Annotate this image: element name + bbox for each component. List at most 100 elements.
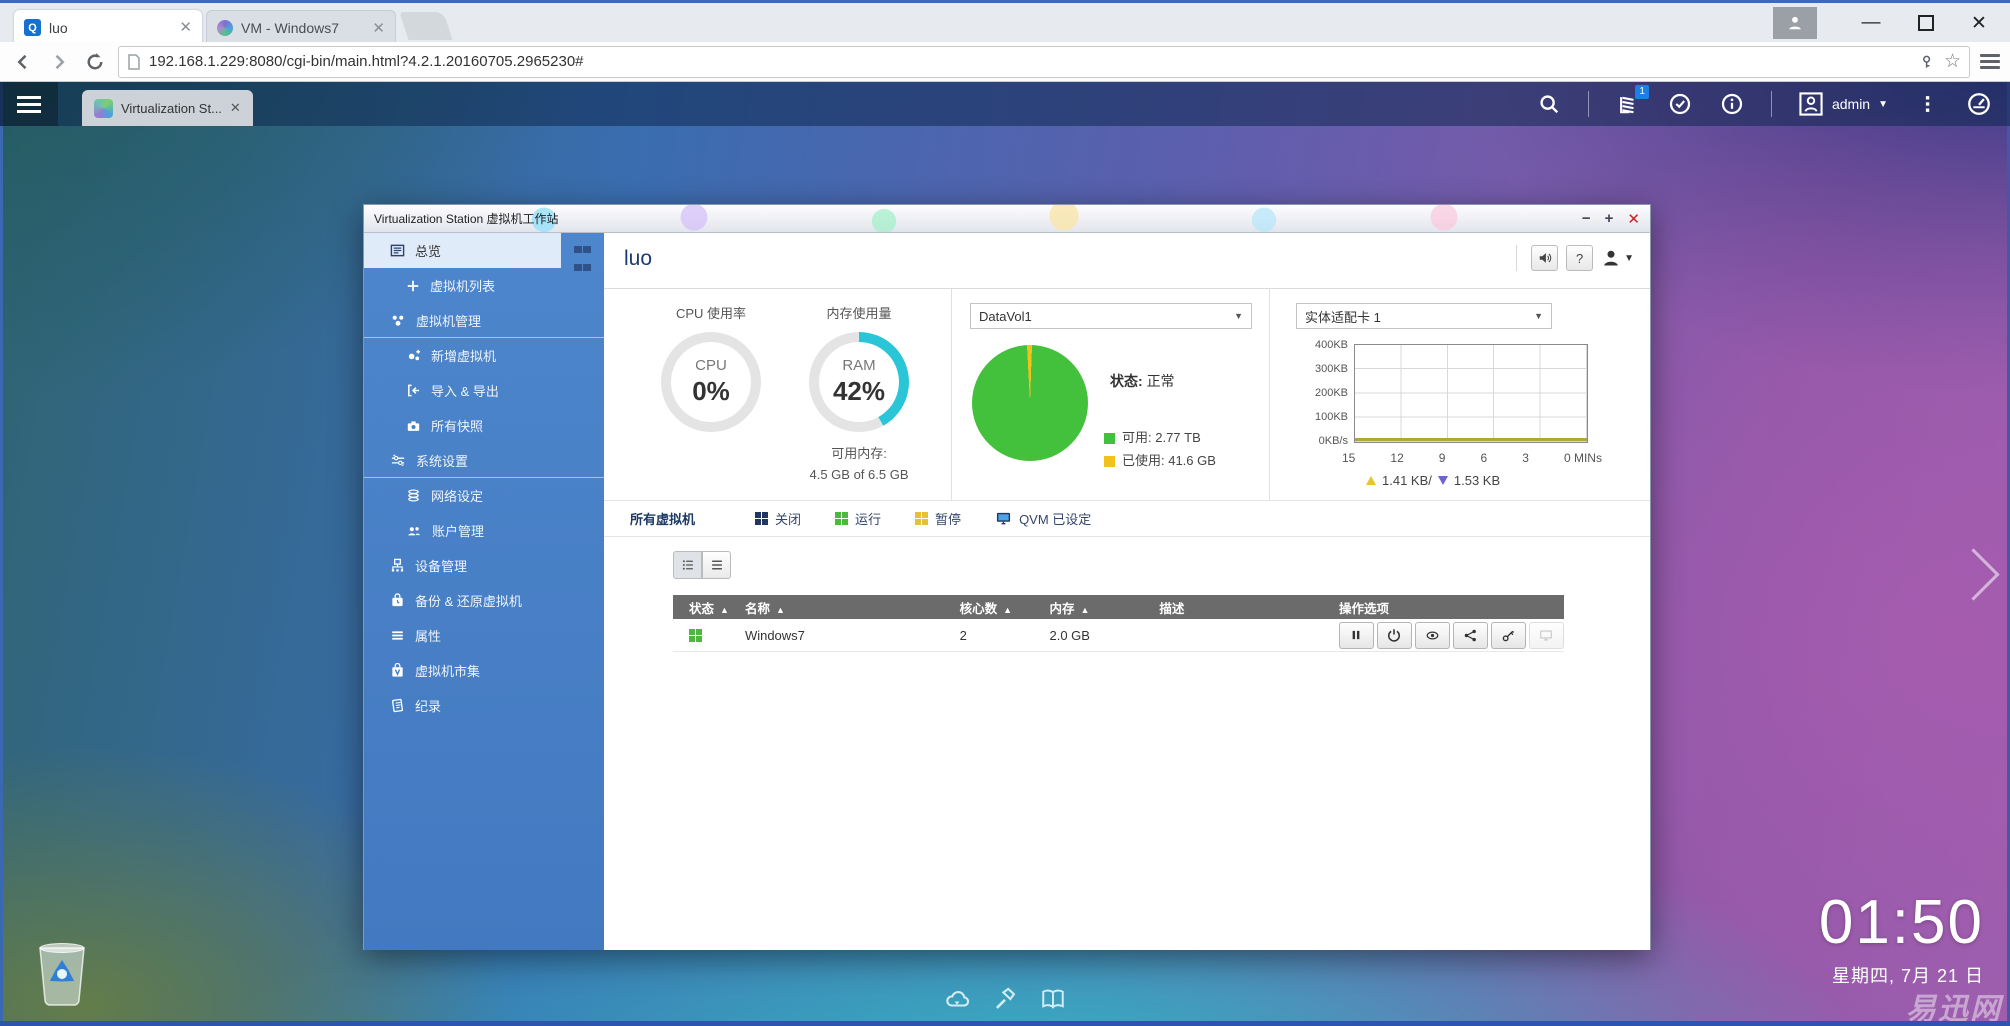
vm-name[interactable]: Windows7 — [728, 619, 944, 652]
address-bar[interactable]: 192.168.1.229:8080/cgi-bin/main.html?4.2… — [118, 45, 1970, 78]
sidebar-label: 虚拟机市集 — [415, 664, 481, 679]
network-panel: 实体适配卡 1 ▼ 400KB 300KB 200KB 100KB 0KB/s … — [1269, 289, 1650, 500]
list-simple-view-button[interactable] — [702, 551, 731, 579]
chrome-profile-avatar[interactable] — [1773, 7, 1817, 39]
filter-stopped[interactable]: 关闭 — [755, 509, 801, 528]
sidebar-item-device-management[interactable]: 设备管理 — [364, 548, 604, 583]
sort-asc-icon[interactable]: ▲ — [1003, 605, 1012, 615]
sidebar-item-overview[interactable]: 总览 — [364, 233, 561, 268]
vm-cores: 2 — [943, 619, 1034, 652]
sidebar-item-import-export[interactable]: 导入 & 导出 — [364, 373, 604, 408]
vm-user-menu[interactable]: ▼ — [1601, 248, 1634, 268]
forward-arrow-icon — [55, 54, 65, 69]
x-tick: 3 — [1522, 451, 1529, 465]
vm-table-row-windows7[interactable]: Windows7 2 2.0 GB — [673, 619, 1564, 652]
nas-name: luo — [624, 247, 653, 270]
gauge-icon — [1968, 93, 1990, 115]
filter-running[interactable]: 运行 — [835, 509, 881, 528]
sort-asc-icon[interactable]: ▲ — [1081, 605, 1090, 615]
settings-vm-button[interactable] — [1490, 621, 1526, 649]
app-tab-close-icon[interactable]: ✕ — [230, 100, 241, 116]
bottom-edge-strip — [0, 1021, 2010, 1026]
chrome-menu-button[interactable] — [1980, 51, 2000, 72]
sidebar-item-snapshots[interactable]: 所有快照 — [364, 408, 604, 443]
network-adapter-select[interactable]: 实体适配卡 1 ▼ — [1296, 303, 1552, 329]
hammer-icon[interactable] — [992, 986, 1018, 1012]
reload-button[interactable] — [82, 49, 108, 75]
list-detail-view-button[interactable] — [673, 551, 702, 579]
pause-vm-button[interactable] — [1338, 621, 1374, 649]
col-description[interactable]: 描述 — [1143, 595, 1323, 619]
x-tick: 9 — [1438, 451, 1446, 465]
col-memory[interactable]: 内存 ▲ — [1033, 595, 1144, 619]
filter-qvm[interactable]: QVM 已设定 — [995, 509, 1091, 528]
vs-minimize-button[interactable]: − — [1582, 210, 1591, 227]
sidebar-label: 属性 — [415, 629, 442, 644]
vs-maximize-button[interactable]: + — [1605, 210, 1614, 227]
main-menu-button[interactable] — [0, 82, 58, 126]
sidebar-item-vm-management[interactable]: 虚拟机管理 — [364, 303, 604, 338]
back-button[interactable] — [10, 49, 36, 75]
col-status[interactable]: 状态 ▲ — [673, 595, 729, 619]
ram-label: 内存使用量 — [826, 306, 892, 321]
audio-button[interactable] — [1531, 245, 1559, 271]
sidebar-item-network-settings[interactable]: 网络设定 — [364, 478, 604, 513]
browser-tab-vm[interactable]: VM - Windows7 ✕ — [206, 10, 396, 45]
content-header: luo ? ▼ — [604, 233, 1650, 289]
more-options-button[interactable] — [1914, 91, 1940, 117]
sidebar-item-backup-restore[interactable]: 备份 & 还原虚拟机 — [364, 583, 604, 618]
sidebar-item-properties[interactable]: 属性 — [364, 618, 604, 653]
tab-close-icon[interactable]: ✕ — [372, 21, 385, 36]
resource-monitor-button[interactable] — [1966, 91, 1992, 117]
network-y-axis: 400KB 300KB 200KB 100KB 0KB/s — [1296, 339, 1354, 447]
sidebar-item-vm-list[interactable]: 虚拟机列表 — [364, 268, 604, 303]
tab-close-icon[interactable]: ✕ — [179, 20, 192, 35]
filter-all-vms[interactable]: 所有虚拟机 — [630, 509, 695, 528]
col-name[interactable]: 名称 ▲ — [728, 595, 944, 619]
browser-tab-luo[interactable]: luo ✕ — [14, 10, 202, 45]
window-close-button[interactable]: ✕ — [1952, 7, 2006, 39]
new-tab-button[interactable] — [399, 12, 453, 40]
sidebar-item-system-settings[interactable]: 系统设置 — [364, 443, 604, 478]
user-menu[interactable]: admin ▼ — [1798, 91, 1888, 117]
console-view-button[interactable] — [1414, 621, 1450, 649]
search-button[interactable] — [1536, 91, 1562, 117]
col-cores[interactable]: 核心数 ▲ — [943, 595, 1034, 619]
help-button[interactable]: ? — [1566, 245, 1594, 271]
window-maximize-button[interactable] — [1900, 7, 1952, 39]
url-text[interactable]: 192.168.1.229:8080/cgi-bin/main.html?4.2… — [149, 53, 1913, 70]
cloud-sync-icon[interactable] — [944, 986, 970, 1012]
window-minimize-button[interactable]: — — [1845, 7, 1897, 39]
notifications-button[interactable]: 1 — [1615, 85, 1649, 117]
manual-book-icon[interactable] — [1040, 986, 1066, 1012]
sidebar-collapse-button[interactable] — [574, 241, 594, 271]
sidebar-item-vm-marketplace[interactable]: 虚拟机市集 — [364, 653, 604, 688]
power-vm-button[interactable] — [1376, 621, 1412, 649]
browser-tabstrip: luo ✕ VM - Windows7 ✕ — ✕ — [0, 0, 2010, 45]
info-button[interactable] — [1719, 91, 1745, 117]
divider — [1516, 245, 1518, 271]
sidebar-label: 所有快照 — [431, 419, 484, 434]
sidebar-item-account-management[interactable]: 账户管理 — [364, 513, 604, 548]
vs-window-titlebar[interactable]: Virtualization Station 虚拟机工作站 − + ✕ — [364, 205, 1650, 233]
volume-pie-chart — [972, 345, 1088, 461]
forward-button[interactable] — [46, 49, 72, 75]
vm-running-status-icon — [689, 628, 702, 642]
qvm-monitor-icon — [997, 512, 1011, 525]
sort-asc-icon[interactable]: ▲ — [776, 605, 785, 615]
dropdown-arrow-icon: ▼ — [1234, 311, 1243, 321]
next-desktop-chevron-icon[interactable] — [1947, 548, 2000, 601]
sidebar-item-create-vm[interactable]: 新增虚拟机 — [364, 338, 604, 373]
sort-asc-icon[interactable]: ▲ — [720, 605, 729, 615]
background-tasks-button[interactable] — [1667, 91, 1693, 117]
sidebar-item-logs[interactable]: 纪录 — [364, 688, 604, 723]
app-tab-virtualization-station[interactable]: Virtualization St... ✕ — [82, 90, 253, 126]
recycle-bin[interactable] — [30, 938, 94, 1008]
bookmark-star-icon[interactable]: ☆ — [1944, 52, 1961, 71]
filter-paused[interactable]: 暂停 — [915, 509, 961, 528]
volume-select[interactable]: DataVol1 ▼ — [970, 303, 1252, 329]
share-vm-button[interactable] — [1452, 621, 1488, 649]
key-icon[interactable] — [1921, 54, 1936, 70]
qvm-display-button — [1528, 621, 1564, 649]
vs-close-button[interactable]: ✕ — [1627, 210, 1640, 228]
